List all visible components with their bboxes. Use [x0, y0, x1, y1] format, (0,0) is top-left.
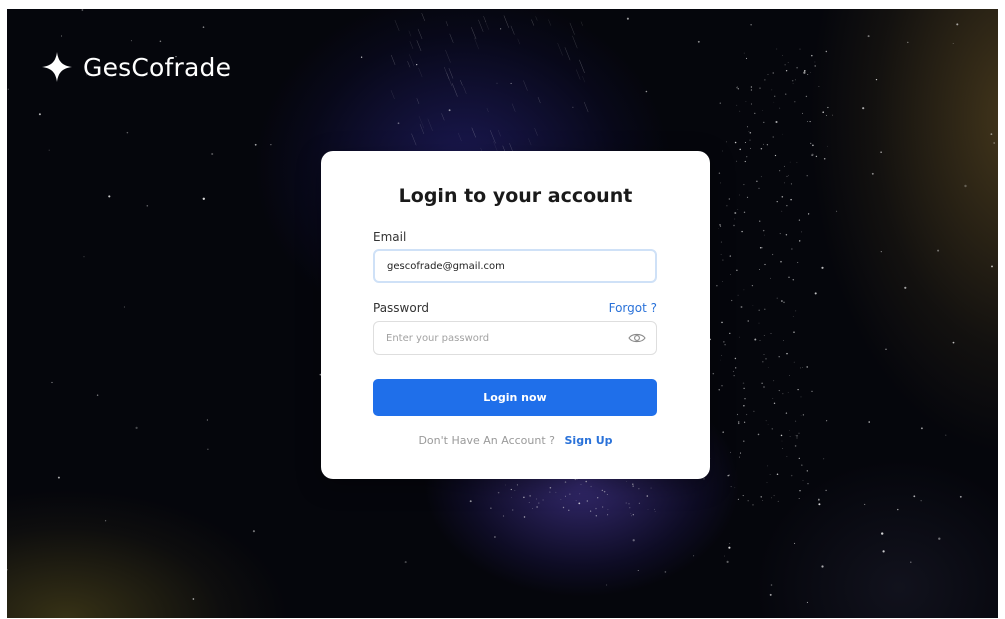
password-label: Password [373, 301, 430, 315]
email-input[interactable] [373, 249, 657, 283]
forgot-password-link[interactable]: Forgot ? [609, 301, 657, 315]
password-input[interactable] [373, 321, 657, 355]
login-button[interactable]: Login now [373, 379, 657, 416]
email-label: Email [373, 230, 407, 244]
brand-name: GesCofrade [83, 52, 232, 82]
four-point-star-icon [42, 52, 72, 82]
signup-row: Don't Have An Account ? Sign Up [321, 434, 710, 447]
signup-prompt: Don't Have An Account ? [418, 434, 555, 447]
login-title: Login to your account [398, 185, 633, 207]
eye-icon[interactable] [628, 332, 646, 344]
login-background: GesCofrade Login to your account Email P… [7, 9, 998, 618]
signup-link[interactable]: Sign Up [565, 434, 613, 447]
brand-logo: GesCofrade [41, 51, 231, 83]
login-card: Login to your account Email Password For… [321, 151, 710, 479]
